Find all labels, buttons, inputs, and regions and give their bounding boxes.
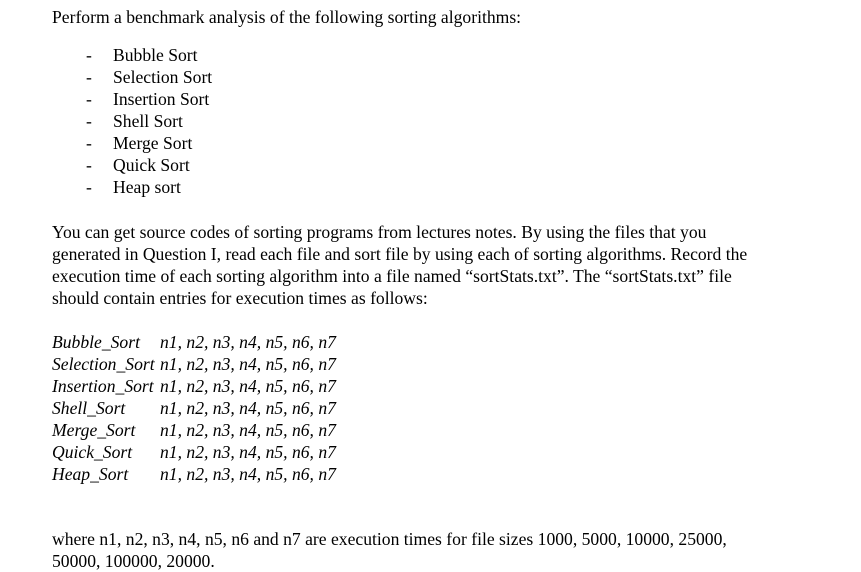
instructions-paragraph: You can get source codes of sorting prog… <box>52 221 832 309</box>
format-values: n1, n2, n3, n4, n5, n6, n7 <box>160 442 336 462</box>
algorithm-name: Insertion Sort <box>113 89 210 109</box>
paragraph-line: generated in Question I, read each file … <box>52 244 748 264</box>
task-heading: Perform a benchmark analysis of the foll… <box>52 7 522 27</box>
format-label: Heap_Sort <box>52 464 129 484</box>
format-label: Bubble_Sort <box>52 332 140 352</box>
paragraph-line: execution time of each sorting algorithm… <box>52 266 732 286</box>
algorithm-name: Shell Sort <box>113 111 183 131</box>
dash-bullet-icon: - <box>86 111 92 131</box>
format-label: Insertion_Sort <box>52 376 154 396</box>
dash-bullet-icon: - <box>86 133 92 153</box>
format-label: Selection_Sort <box>52 354 155 374</box>
dash-bullet-icon: - <box>86 155 92 175</box>
paragraph-line: should contain entries for execution tim… <box>52 288 428 308</box>
paragraph-line: You can get source codes of sorting prog… <box>52 222 707 242</box>
format-label: Merge_Sort <box>52 420 136 440</box>
format-values: n1, n2, n3, n4, n5, n6, n7 <box>160 354 336 374</box>
dash-bullet-icon: - <box>86 177 92 197</box>
paragraph-line: where n1, n2, n3, n4, n5, n6 and n7 are … <box>52 528 727 549</box>
format-values: n1, n2, n3, n4, n5, n6, n7 <box>160 464 336 484</box>
format-values: n1, n2, n3, n4, n5, n6, n7 <box>160 420 336 440</box>
algorithm-name: Quick Sort <box>113 155 190 175</box>
paragraph-line: 50000, 100000, 20000. <box>52 550 215 571</box>
dash-bullet-icon: - <box>86 67 92 87</box>
algorithm-name: Bubble Sort <box>113 45 198 65</box>
format-values: n1, n2, n3, n4, n5, n6, n7 <box>160 398 336 418</box>
dash-bullet-icon: - <box>86 45 92 65</box>
format-values: n1, n2, n3, n4, n5, n6, n7 <box>160 376 336 396</box>
format-label: Shell_Sort <box>52 398 126 418</box>
algorithm-name: Merge Sort <box>113 133 193 153</box>
file-sizes-paragraph: where n1, n2, n3, n4, n5, n6 and n7 are … <box>52 528 727 572</box>
format-label: Quick_Sort <box>52 442 133 462</box>
dash-bullet-icon: - <box>86 89 92 109</box>
algorithm-name: Heap sort <box>113 177 181 197</box>
algorithm-name: Selection Sort <box>113 67 213 87</box>
format-values: n1, n2, n3, n4, n5, n6, n7 <box>160 332 336 352</box>
